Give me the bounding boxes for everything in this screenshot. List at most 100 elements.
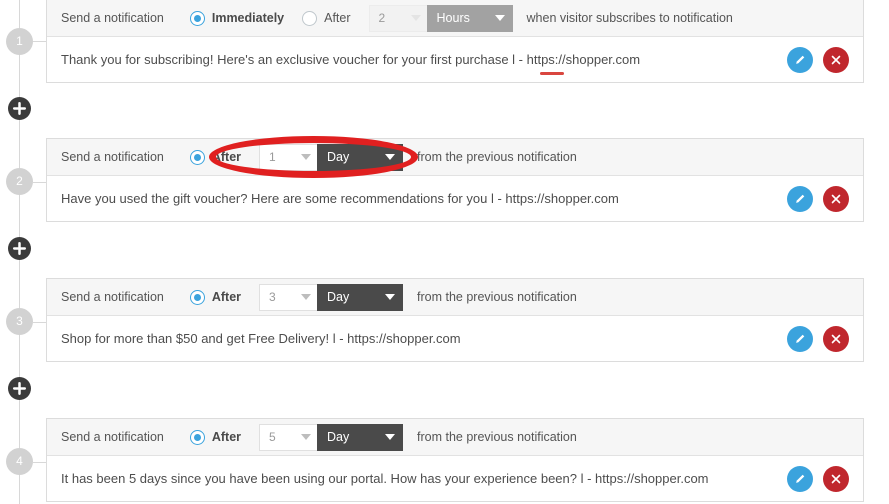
- message-text-4: It has been 5 days since you have been u…: [61, 471, 709, 486]
- timing-radio-group-2: After: [189, 149, 259, 165]
- delay-unit-select-4[interactable]: Day: [317, 423, 404, 451]
- card-header-4: Send a notification After 5 Day from the…: [47, 419, 863, 456]
- delay-unit-text-4: Day: [327, 430, 350, 444]
- radio-after-3[interactable]: After: [189, 289, 242, 305]
- delay-unit-text-3: Day: [327, 290, 350, 304]
- close-x-icon: [831, 194, 841, 203]
- chevron-down-icon: [494, 15, 505, 21]
- trailing-text-2: from the previous notification: [417, 150, 577, 164]
- trailing-text-4: from the previous notification: [417, 430, 577, 444]
- radio-after-dot-2[interactable]: [189, 149, 205, 165]
- radio-after-label-3: After: [211, 290, 242, 304]
- edit-button-2[interactable]: [787, 185, 813, 212]
- notification-drip-sequence: 1 Send a notification Immediately After …: [0, 0, 889, 504]
- delay-value-select-3[interactable]: 3: [259, 283, 318, 311]
- timing-radio-group-3: After: [189, 289, 259, 305]
- card-header-1: Send a notification Immediately After 2 …: [47, 0, 863, 37]
- close-x-icon: [831, 474, 841, 483]
- pencil-icon: [795, 334, 804, 343]
- card-body-1: Thank you for subscribing! Here's an exc…: [47, 37, 863, 82]
- delay-value-text-2: 1: [269, 150, 276, 164]
- step-marker-1: 1: [6, 28, 33, 55]
- edit-button-1[interactable]: [787, 46, 813, 73]
- message-text-2: Have you used the gift voucher? Here are…: [61, 191, 619, 206]
- delay-unit-select-1[interactable]: Hours: [426, 4, 513, 32]
- chevron-down-icon: [385, 154, 396, 160]
- delay-unit-select-3[interactable]: Day: [317, 283, 404, 311]
- chevron-down-icon: [410, 15, 421, 21]
- delay-controls-2: 1 Day: [259, 143, 404, 171]
- pencil-icon: [795, 194, 804, 203]
- delay-controls-1: 2 Hours: [368, 4, 513, 32]
- delay-unit-text-1: Hours: [436, 11, 470, 25]
- notification-card-1: Send a notification Immediately After 2 …: [46, 0, 864, 83]
- step-marker-4: 4: [6, 448, 33, 475]
- radio-after-2[interactable]: After: [189, 149, 242, 165]
- delay-unit-select-2[interactable]: Day: [317, 143, 404, 171]
- delay-value-text-1: 2: [378, 11, 386, 25]
- delay-value-text-4: 5: [269, 430, 276, 444]
- delay-value-text-3: 3: [269, 290, 276, 304]
- delete-button-4[interactable]: [823, 465, 849, 492]
- delay-value-select-2[interactable]: 1: [259, 143, 318, 171]
- radio-after-dot-4[interactable]: [189, 429, 205, 445]
- delete-button-1[interactable]: [823, 46, 849, 73]
- card-actions-2: [787, 185, 849, 212]
- message-text-1: Thank you for subscribing! Here's an exc…: [61, 52, 641, 67]
- step-connector-4: [33, 462, 47, 463]
- delete-button-3[interactable]: [823, 325, 849, 352]
- radio-after-4[interactable]: After: [189, 429, 242, 445]
- card-header-2: Send a notification After 1 Day from the…: [47, 139, 863, 176]
- radio-immediately-dot-1[interactable]: [189, 10, 205, 26]
- card-body-3: Shop for more than $50 and get Free Deli…: [47, 316, 863, 361]
- card-header-3: Send a notification After 3 Day from the…: [47, 279, 863, 316]
- trailing-text-3: from the previous notification: [417, 290, 577, 304]
- radio-after-dot-3[interactable]: [189, 289, 205, 305]
- delay-controls-4: 5 Day: [259, 423, 404, 451]
- message-text-3: Shop for more than $50 and get Free Deli…: [61, 331, 461, 346]
- close-x-icon: [831, 334, 841, 343]
- trailing-text-1: when visitor subscribes to notification: [526, 11, 733, 25]
- chevron-down-icon: [385, 294, 396, 300]
- send-notification-label: Send a notification: [61, 430, 164, 444]
- card-body-4: It has been 5 days since you have been u…: [47, 456, 863, 501]
- step-connector-3: [33, 322, 47, 323]
- timing-radio-group-4: After: [189, 429, 259, 445]
- pencil-icon: [795, 55, 804, 64]
- edit-button-3[interactable]: [787, 325, 813, 352]
- add-step-button-3[interactable]: [8, 377, 31, 400]
- radio-immediately-label-1: Immediately: [211, 11, 285, 25]
- delay-value-select-1[interactable]: 2: [368, 4, 427, 32]
- delay-unit-text-2: Day: [327, 150, 350, 164]
- send-notification-label: Send a notification: [61, 150, 164, 164]
- timing-radio-group-1: Immediately After: [189, 10, 369, 26]
- card-actions-1: [787, 46, 849, 73]
- plus-icon: [12, 381, 27, 396]
- add-step-button-2[interactable]: [8, 237, 31, 260]
- card-actions-3: [787, 325, 849, 352]
- radio-after-1[interactable]: After: [302, 10, 351, 26]
- radio-after-label-1: After: [324, 11, 351, 25]
- card-actions-4: [787, 465, 849, 492]
- delete-button-2[interactable]: [823, 185, 849, 212]
- pencil-icon: [795, 474, 804, 483]
- edit-button-4[interactable]: [787, 465, 813, 492]
- delay-value-select-4[interactable]: 5: [259, 423, 318, 451]
- radio-after-dot-1[interactable]: [302, 10, 318, 26]
- plus-icon: [12, 241, 27, 256]
- chevron-down-icon: [301, 434, 312, 440]
- delay-controls-3: 3 Day: [259, 283, 404, 311]
- notification-card-2: Send a notification After 1 Day from the…: [46, 138, 864, 222]
- add-step-button-1[interactable]: [8, 97, 31, 120]
- radio-after-label-4: After: [211, 430, 242, 444]
- radio-after-label-2: After: [211, 150, 242, 164]
- plus-icon: [12, 101, 27, 116]
- step-marker-3: 3: [6, 308, 33, 335]
- close-x-icon: [831, 55, 841, 64]
- chevron-down-icon: [301, 294, 312, 300]
- notification-card-3: Send a notification After 3 Day from the…: [46, 278, 864, 362]
- radio-immediately-1[interactable]: Immediately: [189, 10, 285, 26]
- step-connector-1: [33, 41, 47, 42]
- step-marker-2: 2: [6, 168, 33, 195]
- card-body-2: Have you used the gift voucher? Here are…: [47, 176, 863, 221]
